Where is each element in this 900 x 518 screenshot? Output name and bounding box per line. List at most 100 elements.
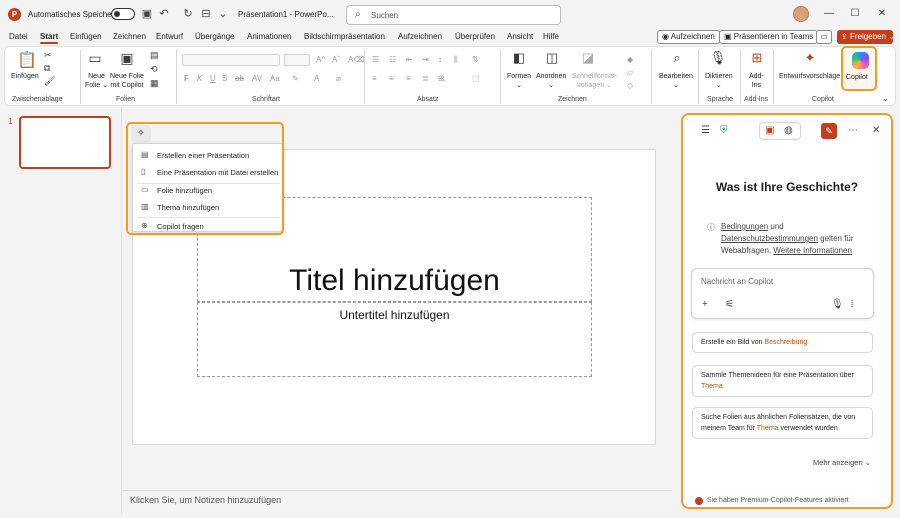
columns-icon[interactable]: ⫼ (454, 55, 458, 65)
tab-zeichnen[interactable]: Zeichnen (113, 32, 146, 41)
arrange-icon[interactable]: ◫ (541, 50, 563, 66)
microphone-icon[interactable]: 🎙 (708, 50, 728, 66)
quick-styles-icon[interactable]: ◪ (577, 50, 599, 66)
font-color-icon[interactable]: A (314, 74, 319, 83)
layout-icon[interactable]: ▤ (150, 50, 159, 61)
collapse-ribbon-icon[interactable]: ⌄ (882, 94, 889, 103)
new-slide-copilot-label[interactable]: Neue Folie mit Copilot (110, 72, 144, 90)
tab-aufzeichnen[interactable]: Aufzeichnen (398, 32, 442, 41)
tab-bildschirmpraesentation[interactable]: Bildschirmpräsentation (304, 32, 385, 41)
tab-ueberpruefen[interactable]: Überprüfen (455, 32, 495, 41)
addins-icon[interactable]: ⊞ (747, 50, 767, 66)
tab-animationen[interactable]: Animationen (247, 32, 291, 41)
globe-icon[interactable]: ◍ (784, 125, 793, 136)
minimize-icon[interactable]: — (820, 6, 838, 22)
microphone-icon[interactable]: 🎙 (831, 299, 844, 310)
suggestion-card[interactable]: Sammle Themenideen für eine Präsentation… (692, 365, 873, 397)
avatar[interactable] (793, 6, 809, 22)
suggestion-card[interactable]: Erstelle ein Bild von Beschreibung (692, 332, 873, 353)
increase-indent-icon[interactable]: ⇥ (422, 55, 429, 64)
new-slide-label[interactable]: Neue Folie ⌄ (85, 72, 108, 90)
line-spacing-icon[interactable]: ↕ (438, 55, 442, 64)
shapes-icon[interactable]: ◧ (508, 50, 530, 66)
shape-outline-icon[interactable]: ▱ (627, 68, 633, 77)
add-icon[interactable]: + (702, 299, 708, 310)
settings-sliders-icon[interactable]: ⚟ (725, 299, 734, 310)
new-slide-copilot-icon[interactable]: ▣ (118, 50, 136, 67)
copilot-message-input[interactable]: Nachricht an Copilot + ⚟ 🎙 ⦙ (691, 268, 874, 319)
italic-icon[interactable]: K (197, 74, 202, 83)
notes-pane[interactable]: Klicken Sie, um Notizen hinzuzufügen (122, 490, 672, 514)
shapes-label[interactable]: Formen ⌄ (507, 72, 531, 90)
dictate-label[interactable]: Diktieren ⌄ (705, 72, 733, 90)
autosave-toggle[interactable] (111, 8, 135, 20)
format-painter-icon[interactable]: 🖌 (44, 76, 55, 87)
align-center-icon[interactable]: ≡ (389, 74, 394, 83)
suggestion-card[interactable]: Suche Folien aus ähnlichen Foliensätzen,… (692, 407, 873, 439)
tab-uebergaenge[interactable]: Übergänge (195, 32, 235, 41)
highlight-icon[interactable]: ✎ (292, 74, 299, 83)
text-direction-icon[interactable]: ⇅ (472, 55, 479, 64)
mode-toggle[interactable]: ▣ ◍ (759, 122, 801, 140)
paste-icon[interactable]: 📋 (12, 50, 42, 70)
align-text-icon[interactable]: ⊞ (438, 74, 445, 83)
smartart-icon[interactable]: ⬚ (472, 74, 480, 83)
cut-icon[interactable]: ✂ (44, 50, 52, 61)
font-size-select[interactable] (284, 54, 310, 66)
present-in-teams-button[interactable]: ▣ Präsentieren in Teams (719, 30, 819, 44)
spacing-icon[interactable]: AV (252, 74, 262, 83)
menu-icon[interactable]: ☰ (701, 125, 710, 136)
copilot-ribbon-button[interactable]: Copilot (841, 46, 877, 91)
tab-hilfe[interactable]: Hilfe (543, 32, 559, 41)
edit-label[interactable]: Bearbeiten ⌄ (659, 72, 693, 90)
clear-format-icon[interactable]: A⌫ (348, 55, 365, 64)
maximize-icon[interactable]: ☐ (846, 6, 864, 22)
close-icon[interactable]: ✕ (873, 6, 891, 22)
tab-entwurf[interactable]: Entwurf (156, 32, 183, 41)
shadow-icon[interactable]: S (222, 74, 227, 83)
addins-label[interactable]: Add- Ins (749, 72, 764, 90)
case-icon[interactable]: Aa (270, 74, 280, 83)
text-highlight-icon[interactable]: ⌀ (336, 74, 341, 83)
bold-icon[interactable]: F (184, 74, 189, 83)
comments-icon[interactable]: ▭ (816, 30, 832, 44)
work-icon[interactable]: ▣ (765, 125, 774, 136)
strikethrough-icon[interactable]: ab (235, 74, 244, 83)
arrange-label[interactable]: Anordnen ⌄ (536, 72, 566, 90)
more-options-icon[interactable]: ⋯ (848, 125, 858, 136)
font-family-select[interactable] (182, 54, 280, 66)
paste-label[interactable]: Einfügen (11, 72, 39, 81)
shrink-font-icon[interactable]: Aˇ (332, 55, 340, 64)
tab-start[interactable]: Start (40, 32, 59, 44)
slide-thumbnail[interactable] (19, 116, 111, 169)
decrease-indent-icon[interactable]: ⇤ (406, 55, 413, 64)
justify-icon[interactable]: ≣ (422, 74, 429, 83)
numbering-icon[interactable]: ☷ (389, 55, 396, 64)
undo-icon[interactable]: ↶ (157, 7, 171, 21)
search-edit-icon[interactable]: ⌕ (666, 50, 688, 66)
close-panel-icon[interactable]: ✕ (872, 125, 880, 136)
quick-styles-label[interactable]: Schnellformat-vorlagen ⌄ (572, 72, 617, 90)
panel-divider[interactable] (121, 107, 122, 514)
terms-link[interactable]: Bedingungen (721, 222, 768, 231)
reset-icon[interactable]: ⟲ (150, 64, 158, 75)
bullets-icon[interactable]: ☰ (372, 55, 379, 64)
subtitle-placeholder[interactable]: Untertitel hinzufügen (197, 302, 592, 377)
shape-fill-icon[interactable]: ◆ (627, 55, 633, 64)
underline-icon[interactable]: U (210, 74, 216, 83)
more-info-link[interactable]: Weitere Informationen (773, 246, 852, 255)
customize-toolbar-icon[interactable]: ⌄ (216, 7, 230, 21)
section-icon[interactable]: ▦ (150, 78, 159, 89)
align-right-icon[interactable]: ≡ (406, 74, 411, 83)
designer-label[interactable]: Entwurfsvorschläge (779, 72, 840, 81)
share-button[interactable]: ⇪ Freigeben ⌄ (837, 30, 895, 44)
tab-datei[interactable]: Datei (9, 32, 28, 41)
shape-effects-icon[interactable]: ◇ (627, 81, 633, 90)
present-icon[interactable]: ⊟ (199, 7, 213, 21)
copy-icon[interactable]: ⧉ (44, 63, 50, 74)
designer-icon[interactable]: ✦ (800, 50, 820, 66)
new-slide-icon[interactable]: ▭ (87, 50, 103, 67)
show-more-button[interactable]: Mehr anzeigen ⌄ (813, 458, 871, 467)
voice-wave-icon[interactable]: ⦙ (851, 299, 853, 310)
tab-ansicht[interactable]: Ansicht (507, 32, 533, 41)
